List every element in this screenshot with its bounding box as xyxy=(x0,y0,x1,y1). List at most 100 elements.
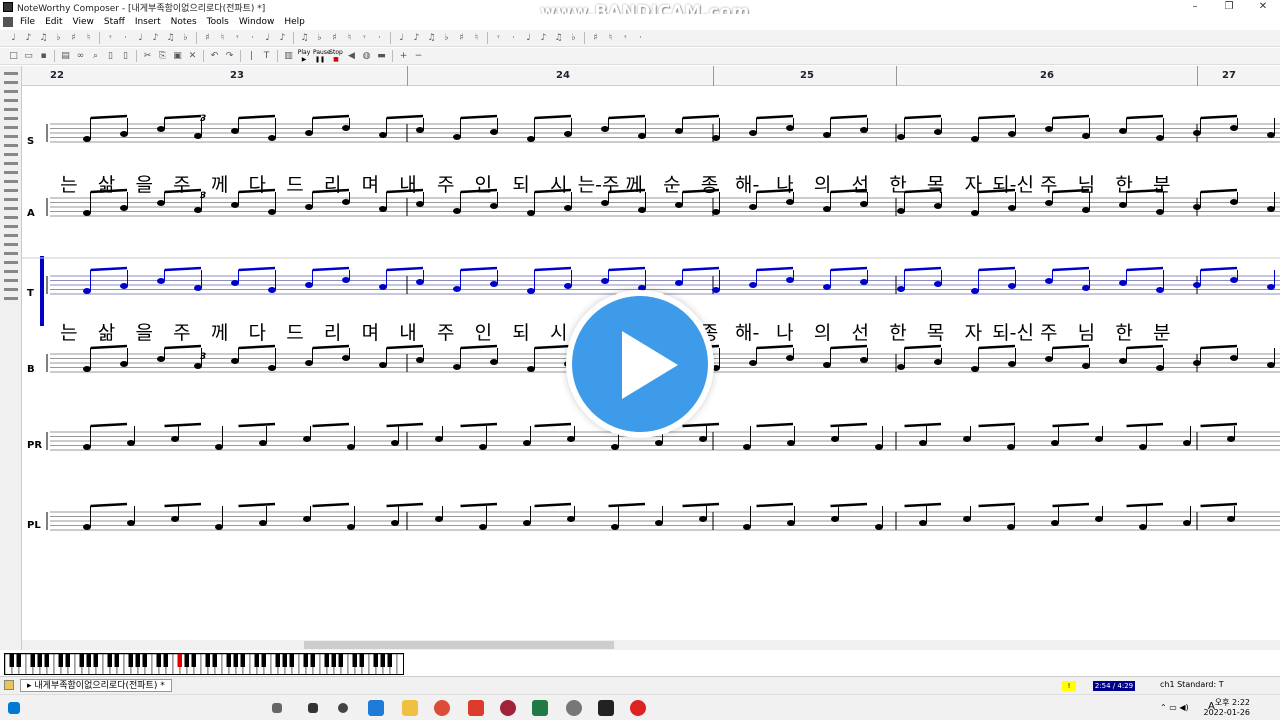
black-key[interactable] xyxy=(107,654,113,667)
note-head[interactable] xyxy=(860,357,868,363)
note-head[interactable] xyxy=(743,444,751,450)
note-head[interactable] xyxy=(963,516,971,522)
note-head[interactable] xyxy=(120,361,128,367)
note-head[interactable] xyxy=(934,281,942,287)
menu-file[interactable]: File xyxy=(15,17,40,27)
note-head[interactable] xyxy=(786,355,794,361)
note-head[interactable] xyxy=(83,524,91,530)
explorer-icon[interactable] xyxy=(402,700,418,716)
note-tool-icon[interactable]: 𝄾 xyxy=(232,33,243,44)
clock[interactable]: 오후 2:22 2022-01-26 xyxy=(1204,698,1251,718)
note-head[interactable] xyxy=(303,516,311,522)
delete-icon[interactable]: ✕ xyxy=(187,51,198,62)
note-tool-icon[interactable]: ♪ xyxy=(277,33,288,44)
note-head[interactable] xyxy=(453,134,461,140)
black-key[interactable] xyxy=(9,654,15,667)
note-tool-icon[interactable]: ♮ xyxy=(344,33,355,44)
document-tab[interactable]: ▸ 내게부족함이없으리로다(전파트) * xyxy=(20,679,172,692)
note-head[interactable] xyxy=(1119,280,1127,286)
new-file-icon[interactable]: □ xyxy=(8,51,19,62)
note-head[interactable] xyxy=(1082,285,1090,291)
note-head[interactable] xyxy=(305,282,313,288)
black-key[interactable] xyxy=(226,654,232,667)
note-tool-icon[interactable]: · xyxy=(120,33,131,44)
note-tool-icon[interactable]: ♫ xyxy=(299,33,310,44)
note-head[interactable] xyxy=(391,520,399,526)
note-head[interactable] xyxy=(268,209,276,215)
note-head[interactable] xyxy=(453,364,461,370)
note-head[interactable] xyxy=(712,287,720,293)
note-head[interactable] xyxy=(564,283,572,289)
note-head[interactable] xyxy=(601,278,609,284)
print-icon[interactable]: ▤ xyxy=(60,51,71,62)
note-head[interactable] xyxy=(194,363,202,369)
note-head[interactable] xyxy=(379,284,387,290)
note-head[interactable] xyxy=(1267,206,1275,212)
note-head[interactable] xyxy=(305,360,313,366)
note-head[interactable] xyxy=(194,207,202,213)
note-head[interactable] xyxy=(1156,287,1164,293)
note-head[interactable] xyxy=(171,516,179,522)
note-head[interactable] xyxy=(490,359,498,365)
media-icon[interactable] xyxy=(500,700,516,716)
note-tool-icon[interactable]: ♫ xyxy=(165,33,176,44)
note-head[interactable] xyxy=(564,205,572,211)
page-icon[interactable]: ▯ xyxy=(105,51,116,62)
note-tool-icon[interactable]: ♫ xyxy=(426,33,437,44)
menu-notes[interactable]: Notes xyxy=(166,17,202,27)
note-head[interactable] xyxy=(1082,133,1090,139)
palette-tool[interactable] xyxy=(3,81,18,84)
note-head[interactable] xyxy=(934,203,942,209)
note-head[interactable] xyxy=(479,444,487,450)
palette-tool[interactable] xyxy=(3,153,18,156)
note-head[interactable] xyxy=(1230,199,1238,205)
note-tool-icon[interactable]: ♭ xyxy=(441,33,452,44)
note-head[interactable] xyxy=(1095,516,1103,522)
page2-icon[interactable]: ▯ xyxy=(120,51,131,62)
black-key[interactable] xyxy=(261,654,267,667)
menu-view[interactable]: View xyxy=(68,17,99,27)
note-head[interactable] xyxy=(638,133,646,139)
zoom-icon[interactable]: ⌕ xyxy=(90,51,101,62)
note-head[interactable] xyxy=(1008,131,1016,137)
palette-tool[interactable] xyxy=(3,171,18,174)
note-head[interactable] xyxy=(215,444,223,450)
note-head[interactable] xyxy=(347,444,355,450)
black-key[interactable] xyxy=(16,654,22,667)
staff-label-piano-right[interactable]: PR xyxy=(27,440,42,451)
black-key[interactable] xyxy=(254,654,260,667)
palette-tool[interactable] xyxy=(3,162,18,165)
note-head[interactable] xyxy=(259,440,267,446)
scrollbar-thumb[interactable] xyxy=(304,641,614,649)
palette-tool[interactable] xyxy=(3,234,18,237)
note-head[interactable] xyxy=(749,130,757,136)
black-key[interactable] xyxy=(79,654,85,667)
note-tool-icon[interactable]: · xyxy=(374,33,385,44)
menu-tools[interactable]: Tools xyxy=(202,17,234,27)
note-head[interactable] xyxy=(919,520,927,526)
note-head[interactable] xyxy=(305,130,313,136)
note-head[interactable] xyxy=(601,126,609,132)
excel-icon[interactable] xyxy=(532,700,548,716)
note-head[interactable] xyxy=(1267,132,1275,138)
note-head[interactable] xyxy=(1045,200,1053,206)
note-head[interactable] xyxy=(1007,444,1015,450)
note-head[interactable] xyxy=(342,199,350,205)
note-head[interactable] xyxy=(787,520,795,526)
settings-icon[interactable] xyxy=(566,700,582,716)
note-head[interactable] xyxy=(1045,278,1053,284)
note-head[interactable] xyxy=(1267,362,1275,368)
tray-icons[interactable]: ⌃ ▭ ◀) xyxy=(1160,703,1189,712)
note-tool-icon[interactable]: ♩ xyxy=(135,33,146,44)
note-head[interactable] xyxy=(416,357,424,363)
note-head[interactable] xyxy=(1008,283,1016,289)
black-key[interactable] xyxy=(37,654,43,667)
note-head[interactable] xyxy=(934,129,942,135)
note-tool-icon[interactable]: ♯ xyxy=(456,33,467,44)
note-head[interactable] xyxy=(523,520,531,526)
note-head[interactable] xyxy=(523,440,531,446)
note-head[interactable] xyxy=(919,440,927,446)
note-head[interactable] xyxy=(231,280,239,286)
note-head[interactable] xyxy=(1139,524,1147,530)
black-key[interactable] xyxy=(191,654,197,667)
